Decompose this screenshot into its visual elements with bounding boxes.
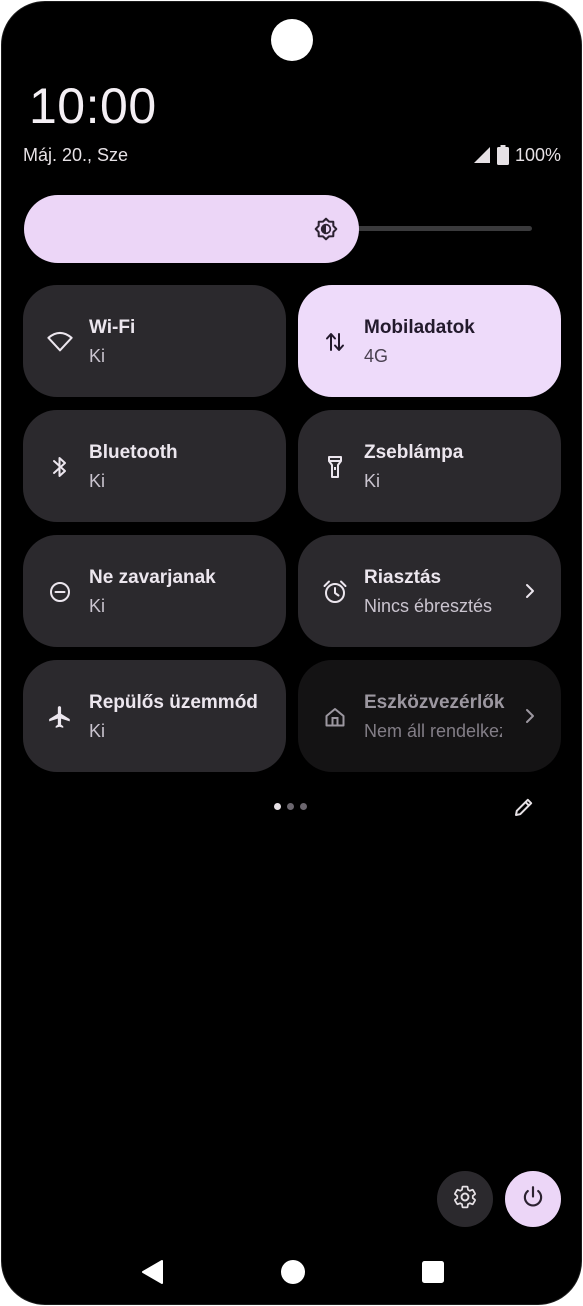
back-triangle-icon: [140, 1259, 164, 1290]
tile-bluetooth[interactable]: Bluetooth Ki: [23, 410, 286, 522]
nav-recents-button[interactable]: [419, 1260, 447, 1288]
tile-device-controls-title: Eszközvezérlők: [364, 692, 505, 713]
tile-flashlight[interactable]: Zseblámpa Ki: [298, 410, 561, 522]
front-camera: [271, 19, 313, 61]
flashlight-icon: [322, 454, 348, 480]
clock[interactable]: 10:00: [29, 76, 157, 136]
page-dot: [274, 803, 281, 810]
page-indicator: [274, 803, 307, 810]
cell-signal-icon: [473, 146, 491, 164]
alarm-icon: [322, 579, 348, 605]
chevron-right-icon[interactable]: [519, 580, 541, 602]
tile-flashlight-title: Zseblámpa: [364, 442, 464, 463]
brightness-fill[interactable]: [24, 195, 359, 263]
page-dot: [300, 803, 307, 810]
power-icon: [520, 1184, 546, 1215]
tile-do-not-disturb-title: Ne zavarjanak: [89, 567, 216, 588]
power-button[interactable]: [505, 1171, 561, 1227]
battery-percentage: 100%: [514, 144, 561, 165]
status-icons: 100%: [473, 143, 561, 167]
home-circle-icon: [280, 1259, 306, 1290]
tile-alarm-title: Riasztás: [364, 567, 442, 588]
tile-bluetooth-status: Ki: [89, 471, 106, 491]
tile-airplane-mode-status: Ki: [89, 721, 106, 741]
tile-bluetooth-title: Bluetooth: [89, 442, 178, 463]
brightness-auto-icon: [313, 216, 339, 242]
tile-mobile-data-title: Mobiladatok: [364, 317, 475, 338]
mobile-data-icon: [322, 329, 348, 355]
tile-airplane-mode[interactable]: Repülős üzemmód Ki: [23, 660, 286, 772]
tile-mobile-data-status: 4G: [364, 346, 389, 366]
brightness-slider[interactable]: [24, 195, 532, 263]
nav-back-button[interactable]: [138, 1259, 166, 1290]
tile-alarm[interactable]: Riasztás Nincs ébresztés: [298, 535, 561, 647]
tile-device-controls[interactable]: Eszközvezérlők Nem áll rendelkezésre: [298, 660, 561, 772]
tile-wifi-status: Ki: [89, 346, 106, 366]
tile-wifi-title: Wi-Fi: [89, 317, 136, 338]
do-not-disturb-icon: [47, 579, 73, 605]
tile-device-controls-status: Nem áll rendelkezésre: [364, 721, 502, 741]
home-icon: [322, 704, 348, 730]
tile-do-not-disturb-status: Ki: [89, 596, 106, 616]
edit-pencil-icon[interactable]: [512, 795, 536, 819]
tile-wifi[interactable]: Wi-Fi Ki: [23, 285, 286, 397]
nav-home-button[interactable]: [279, 1259, 307, 1290]
tile-airplane-mode-title: Repülős üzemmód: [89, 692, 257, 713]
settings-button[interactable]: [437, 1171, 493, 1227]
tile-do-not-disturb[interactable]: Ne zavarjanak Ki: [23, 535, 286, 647]
airplane-icon: [47, 704, 73, 730]
tile-mobile-data[interactable]: Mobiladatok 4G: [298, 285, 561, 397]
bluetooth-icon: [47, 454, 73, 480]
tile-flashlight-status: Ki: [364, 471, 381, 491]
gear-icon: [452, 1184, 478, 1215]
tile-alarm-status: Nincs ébresztés: [364, 596, 493, 616]
chevron-right-icon[interactable]: [519, 705, 541, 727]
navigation-bar: [2, 1250, 581, 1298]
page-dot: [287, 803, 294, 810]
recents-square-icon: [421, 1260, 445, 1289]
date[interactable]: Máj. 20., Sze: [23, 143, 128, 167]
battery-full-icon: [496, 145, 509, 165]
phone-screen: 10:00 Máj. 20., Sze 100% Wi-Fi Ki Mobila…: [1, 1, 582, 1305]
wifi-icon: [47, 329, 73, 355]
